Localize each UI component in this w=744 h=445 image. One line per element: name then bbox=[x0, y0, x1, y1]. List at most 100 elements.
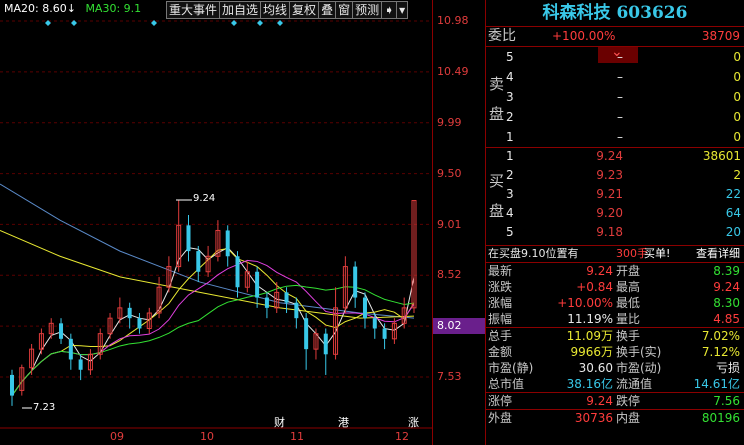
buy-label: 买盘 bbox=[489, 172, 505, 220]
stat-value: 11.09万 bbox=[566, 329, 613, 343]
candle-body bbox=[264, 297, 269, 308]
ma-button[interactable]: 均线 bbox=[260, 1, 290, 19]
chart-toolbar: 重大事件 加自选 均线 复权 叠 窗 预测 ➧ ▾ bbox=[166, 1, 409, 19]
price-tick: 7.53 bbox=[437, 370, 462, 383]
stat-label: 量比 bbox=[616, 312, 641, 326]
event-diamond-icon[interactable] bbox=[71, 20, 77, 26]
forecast-button[interactable]: 预测 bbox=[352, 1, 382, 19]
stat-label: 跌停 bbox=[616, 394, 641, 408]
overlay-button[interactable]: 叠 bbox=[318, 1, 336, 19]
buy-side-label: 买盘 bbox=[486, 166, 506, 226]
sell-row[interactable]: 2 – 0 bbox=[506, 107, 744, 127]
low-note: 7.23 bbox=[33, 402, 56, 413]
stat-value: +0.84 bbox=[576, 280, 613, 294]
stat-row: 涨跌 +0.84 最高 9.24 bbox=[486, 279, 744, 295]
ob-volume: 38601 bbox=[702, 149, 741, 163]
stat-label: 市盈(静) bbox=[488, 361, 534, 375]
chevron-down-icon[interactable]: ▾ bbox=[396, 1, 409, 19]
month-label: 09 bbox=[110, 430, 124, 443]
buy-row[interactable]: 2 9.23 2 bbox=[506, 165, 744, 185]
sell-row[interactable]: 1 – 0 bbox=[506, 127, 744, 147]
adjust-button[interactable]: 复权 bbox=[289, 1, 319, 19]
candle-body bbox=[382, 328, 387, 339]
sell-row[interactable]: 3 – 0 bbox=[506, 87, 744, 107]
status-text: 在买盘9.10位置有 bbox=[488, 247, 579, 260]
stat-value: 8.39 bbox=[713, 264, 740, 278]
add-watchlist-button[interactable]: 加自选 bbox=[219, 1, 261, 19]
ob-volume: 2 bbox=[733, 168, 741, 182]
ob-volume: 0 bbox=[733, 50, 741, 64]
stat-row: 振幅 11.19% 量比 4.85 bbox=[486, 311, 744, 328]
candle-body bbox=[294, 302, 299, 319]
stat-value: 7.02% bbox=[701, 329, 740, 343]
kline-chart[interactable] bbox=[0, 0, 433, 445]
buy-row[interactable]: 3 9.21 22 bbox=[506, 184, 744, 204]
event-diamond-icon[interactable] bbox=[257, 20, 263, 26]
candle-body bbox=[10, 374, 14, 396]
stat-value: 4.85 bbox=[713, 312, 740, 326]
ob-level: 1 bbox=[506, 149, 514, 163]
sell-row[interactable]: 4 – 0 bbox=[506, 67, 744, 87]
candle-body bbox=[127, 307, 132, 319]
ob-level: 1 bbox=[506, 130, 514, 144]
ob-price: 9.18 bbox=[596, 225, 623, 239]
events-button[interactable]: 重大事件 bbox=[166, 1, 220, 19]
ob-price: 9.21 bbox=[596, 187, 623, 201]
ob-level: 3 bbox=[506, 187, 514, 201]
price-tick: 10.98 bbox=[437, 14, 469, 27]
stat-row: 总市值 38.16亿 流通值 14.61亿 bbox=[486, 376, 744, 393]
stat-row: 外盘 30736 内盘 80196 bbox=[486, 410, 744, 426]
stat-label: 涨停 bbox=[488, 394, 513, 408]
candle-body bbox=[68, 338, 73, 360]
ob-volume: 20 bbox=[725, 225, 741, 239]
current-price-tag: 8.02 bbox=[433, 318, 485, 334]
candle-body bbox=[59, 323, 64, 339]
ob-volume: 64 bbox=[725, 206, 741, 220]
ob-volume: 0 bbox=[733, 90, 741, 104]
event-marker[interactable]: 财 bbox=[274, 414, 285, 430]
price-tick: 9.50 bbox=[437, 167, 462, 180]
candle-body bbox=[78, 359, 83, 370]
candle-body bbox=[304, 318, 309, 350]
ob-level: 4 bbox=[506, 206, 514, 220]
event-marker[interactable]: 涨 bbox=[408, 414, 419, 430]
buy-row[interactable]: 4 9.20 64 bbox=[506, 203, 744, 223]
stat-value: +10.00% bbox=[557, 296, 613, 310]
ob-level: 5 bbox=[506, 225, 514, 239]
ob-volume: 0 bbox=[733, 130, 741, 144]
ob-level: 2 bbox=[506, 168, 514, 182]
price-axis: 10.98 10.49 9.99 9.50 9.01 8.52 7.53 bbox=[433, 0, 485, 445]
stat-label: 市盈(动) bbox=[616, 361, 662, 375]
kline-chart-panel[interactable]: MA20: 8.60↓ MA30: 9.1 重大事件 加自选 均线 复权 叠 窗… bbox=[0, 0, 485, 445]
sell-book: ⌄ 卖盘 5 – 0 4 – 0 3 – 0 2 – 0 1 – 0 bbox=[486, 44, 744, 148]
stat-value: 亏损 bbox=[715, 361, 740, 375]
view-details-link[interactable]: 查看详细 bbox=[696, 246, 740, 262]
sell-row[interactable]: 5 – 0 bbox=[506, 47, 744, 67]
pin-icon[interactable]: ➧ bbox=[381, 1, 397, 19]
window-button[interactable]: 窗 bbox=[335, 1, 353, 19]
price-tick: 9.99 bbox=[437, 116, 462, 129]
stat-value: 7.56 bbox=[713, 394, 740, 408]
price-tick: 10.49 bbox=[437, 65, 469, 78]
sell-side-label: 卖盘 bbox=[486, 69, 506, 129]
stat-row: 市盈(静) 30.60 市盈(动) 亏损 bbox=[486, 360, 744, 376]
ob-price: – bbox=[617, 110, 623, 124]
stat-value: 9.24 bbox=[586, 394, 613, 408]
event-marker[interactable]: 港 bbox=[338, 414, 349, 430]
ob-level: 4 bbox=[506, 70, 514, 84]
stat-row: 总手 11.09万 换手 7.02% bbox=[486, 328, 744, 344]
buy-row[interactable]: 1 9.24 38601 bbox=[506, 146, 744, 166]
buy-row[interactable]: 5 9.18 20 bbox=[506, 222, 744, 242]
candle-body bbox=[255, 271, 260, 298]
stat-label: 流通值 bbox=[616, 377, 653, 391]
stat-value: 30.60 bbox=[578, 361, 613, 375]
webi-label: 委比 bbox=[488, 28, 516, 44]
month-label: 10 bbox=[200, 430, 214, 443]
quote-panel: 科森科技 603626 委比 +100.00% 38709 ⌄ 卖盘 5 – 0… bbox=[485, 0, 744, 445]
stat-label: 最高 bbox=[616, 280, 641, 294]
stat-label: 最低 bbox=[616, 296, 641, 310]
stat-value: 30736 bbox=[574, 411, 613, 425]
ma20-label: MA20: 8.60 bbox=[4, 2, 67, 15]
candle-body bbox=[225, 230, 230, 257]
stock-title: 科森科技 603626 bbox=[486, 0, 744, 27]
